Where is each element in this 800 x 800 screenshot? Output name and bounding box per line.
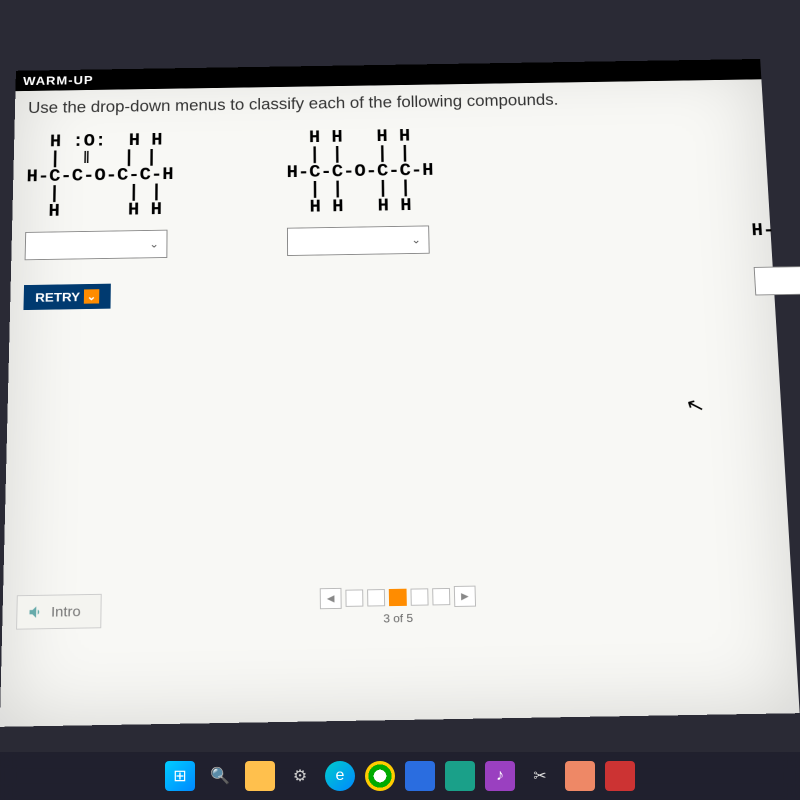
- progress-step-5[interactable]: [432, 588, 450, 605]
- music-icon[interactable]: ♪: [485, 761, 515, 791]
- snip-icon[interactable]: ✂: [525, 761, 555, 791]
- structure-3-partial: H-: [751, 223, 775, 241]
- file-explorer-icon[interactable]: [245, 761, 275, 791]
- progress-area: ◀ ▶ 3 of 5: [320, 586, 477, 627]
- structure-1: H :O: H H | ‖ | | H-C-C-O-C-C-H | | | H …: [25, 132, 173, 221]
- compounds-row: H :O: H H | ‖ | | H-C-C-O-C-C-H | | | H …: [23, 123, 761, 310]
- progress-step-3[interactable]: [389, 589, 407, 606]
- intro-label: Intro: [51, 603, 81, 620]
- retry-label: RETRY: [35, 289, 80, 304]
- classification-dropdown-3[interactable]: [754, 266, 800, 295]
- instruction-text: Use the drop-down menus to classify each…: [28, 88, 750, 117]
- progress-boxes: ◀ ▶: [320, 586, 476, 610]
- chevron-down-icon: ⌄: [411, 234, 421, 246]
- compound-block-1: H :O: H H | ‖ | | H-C-C-O-C-C-H | | | H …: [23, 132, 173, 310]
- progress-step-2[interactable]: [367, 589, 385, 606]
- compound-block-3-partial: H-: [751, 222, 800, 295]
- chrome-icon[interactable]: [365, 761, 395, 791]
- app-icon-4[interactable]: [605, 761, 635, 791]
- compound-block-2: H H H H | | | | H-C-C-O-C-C-H | | | | H …: [286, 128, 435, 256]
- classification-dropdown-2[interactable]: ⌄: [287, 225, 430, 255]
- bottom-bar: Intro ◀ ▶ 3 of 5: [16, 582, 780, 629]
- app-screen: WARM-UP Use the drop-down menus to class…: [0, 59, 800, 727]
- prev-button[interactable]: ◀: [320, 588, 342, 609]
- retry-chevron-icon: ⌄: [84, 289, 100, 304]
- content-area: Use the drop-down menus to classify each…: [10, 79, 775, 319]
- speaker-icon: [27, 603, 45, 621]
- next-button[interactable]: ▶: [454, 586, 476, 607]
- structure-2: H H H H | | | | H-C-C-O-C-C-H | | | | H …: [286, 128, 434, 217]
- app-icon-1[interactable]: [405, 761, 435, 791]
- search-icon[interactable]: 🔍: [205, 761, 235, 791]
- app-icon-3[interactable]: [565, 761, 595, 791]
- mouse-cursor-icon: ↖: [683, 392, 708, 419]
- progress-label: 3 of 5: [383, 611, 413, 625]
- progress-step-1[interactable]: [345, 589, 363, 606]
- classification-dropdown-1[interactable]: ⌄: [25, 230, 168, 261]
- windows-taskbar[interactable]: ⊞ 🔍 ⚙ e ♪ ✂: [0, 752, 800, 800]
- retry-button[interactable]: RETRY ⌄: [23, 284, 110, 310]
- app-icon-2[interactable]: [445, 761, 475, 791]
- chevron-down-icon: ⌄: [149, 238, 159, 250]
- start-icon[interactable]: ⊞: [165, 761, 195, 791]
- intro-button[interactable]: Intro: [16, 594, 102, 630]
- progress-step-4[interactable]: [410, 588, 428, 605]
- edge-icon[interactable]: e: [325, 761, 355, 791]
- settings-icon[interactable]: ⚙: [285, 761, 315, 791]
